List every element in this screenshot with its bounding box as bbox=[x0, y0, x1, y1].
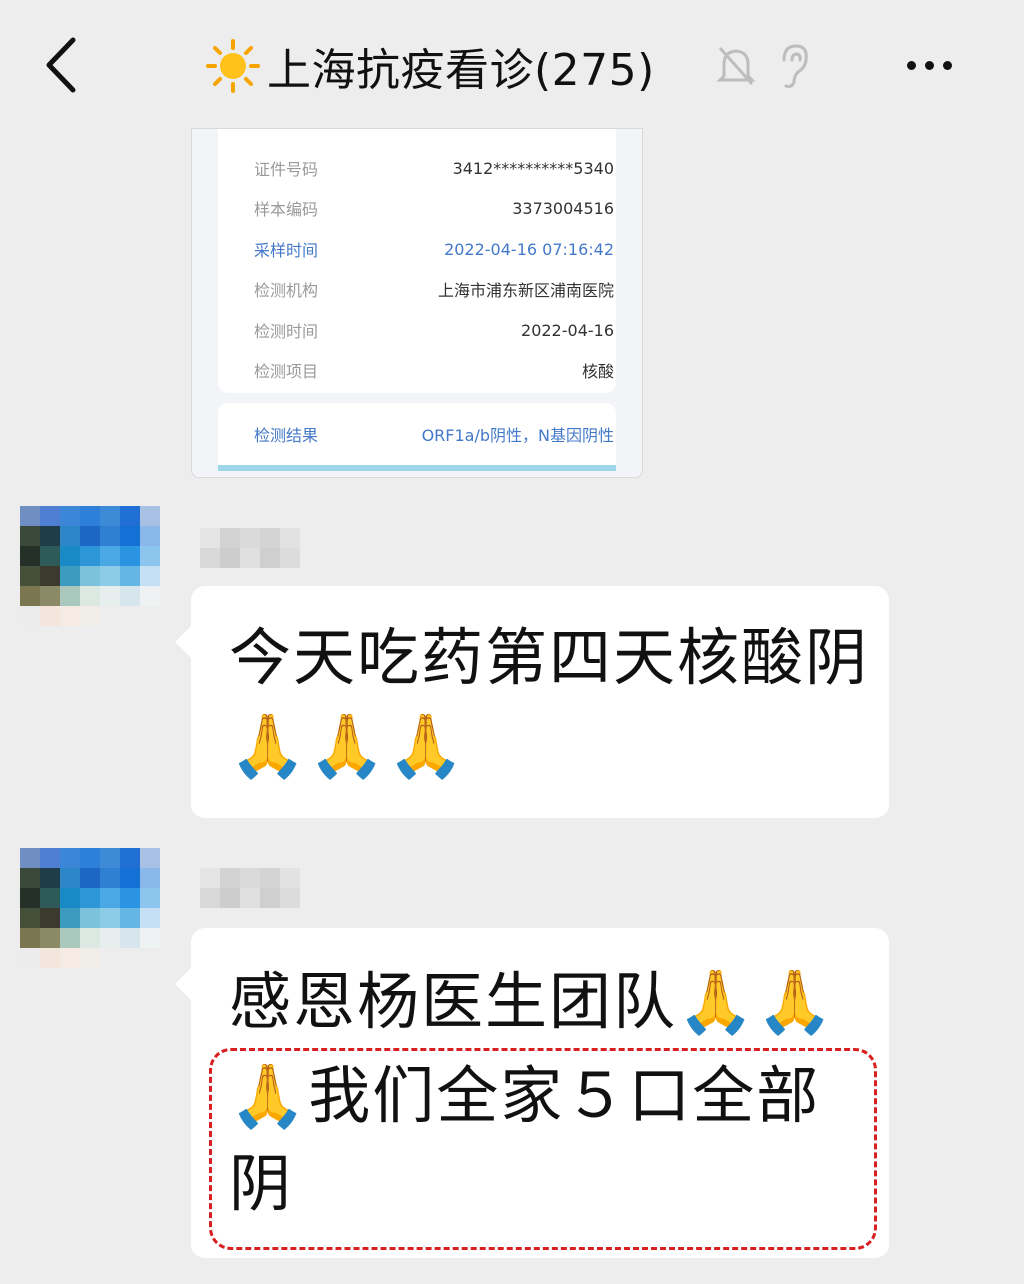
report-row-result: 检测结果 ORF1a/b阴性，N基因阴性 bbox=[254, 419, 614, 449]
ear-icon bbox=[770, 38, 818, 94]
sender-name-blurred bbox=[200, 528, 300, 568]
more-dot bbox=[924, 60, 934, 70]
report-label: 采样时间 bbox=[254, 241, 319, 260]
report-value: 上海市浦东新区浦南医院 bbox=[437, 281, 614, 300]
back-button[interactable] bbox=[30, 30, 90, 100]
more-button[interactable] bbox=[894, 40, 964, 90]
message-bubble[interactable]: 今天吃药第四天核酸阴🙏🙏🙏 bbox=[175, 586, 889, 818]
test-report-image[interactable]: 证件号码 3412**********5340 样本编码 3373004516 … bbox=[191, 128, 643, 478]
report-value: 3412**********5340 bbox=[452, 158, 614, 178]
message-text-line1: 感恩杨医生团队🙏🙏 bbox=[229, 965, 836, 1038]
message-text-line2: 🙏我们全家５口全部阴 bbox=[229, 1059, 821, 1220]
report-value: 2022-04-16 07:16:42 bbox=[444, 239, 614, 259]
report-result-bar bbox=[218, 465, 616, 471]
avatar[interactable] bbox=[20, 848, 160, 968]
chat-title-wrap[interactable]: 上海抗疫看诊(275) bbox=[205, 34, 655, 98]
chat-header: 上海抗疫看诊(275) bbox=[0, 0, 1024, 138]
report-label: 检测机构 bbox=[254, 281, 319, 300]
report-label: 检测结果 bbox=[254, 426, 319, 445]
report-value: 核酸 bbox=[581, 362, 614, 381]
report-result: 检测结果 ORF1a/b阴性，N基因阴性 bbox=[218, 403, 616, 465]
report-label: 证件号码 bbox=[254, 160, 319, 179]
report-label: 样本编码 bbox=[254, 200, 319, 219]
sender-name-blurred bbox=[200, 868, 300, 908]
avatar[interactable] bbox=[20, 506, 160, 626]
report-row-sampling-time: 采样时间 2022-04-16 07:16:42 bbox=[254, 234, 614, 264]
report-row-test-time: 检测时间 2022-04-16 bbox=[254, 315, 614, 345]
message-text: 今天吃药第四天核酸阴🙏🙏🙏 bbox=[229, 621, 870, 782]
chat-title: 上海抗疫看诊(275) bbox=[267, 45, 655, 96]
message-bubble[interactable]: 感恩杨医生团队🙏🙏 🙏我们全家５口全部阴 bbox=[175, 928, 889, 1258]
report-value: ORF1a/b阴性，N基因阴性 bbox=[421, 426, 614, 445]
mute-bell-icon bbox=[712, 38, 760, 94]
report-value: 3373004516 bbox=[512, 198, 614, 218]
report-row-institution: 检测机构 上海市浦东新区浦南医院 bbox=[254, 274, 614, 304]
more-dot bbox=[906, 60, 916, 70]
report-row-id: 证件号码 3412**********5340 bbox=[254, 153, 614, 183]
report-row-test-item: 检测项目 核酸 bbox=[254, 355, 614, 385]
back-arrow-icon bbox=[46, 37, 76, 93]
report-label: 检测项目 bbox=[254, 362, 319, 381]
report-label: 检测时间 bbox=[254, 322, 319, 341]
report-details: 证件号码 3412**********5340 样本编码 3373004516 … bbox=[218, 129, 616, 393]
more-dot bbox=[942, 60, 952, 70]
report-value: 2022-04-16 bbox=[521, 320, 614, 340]
sun-icon bbox=[206, 39, 260, 93]
report-row-sample: 样本编码 3373004516 bbox=[254, 193, 614, 223]
